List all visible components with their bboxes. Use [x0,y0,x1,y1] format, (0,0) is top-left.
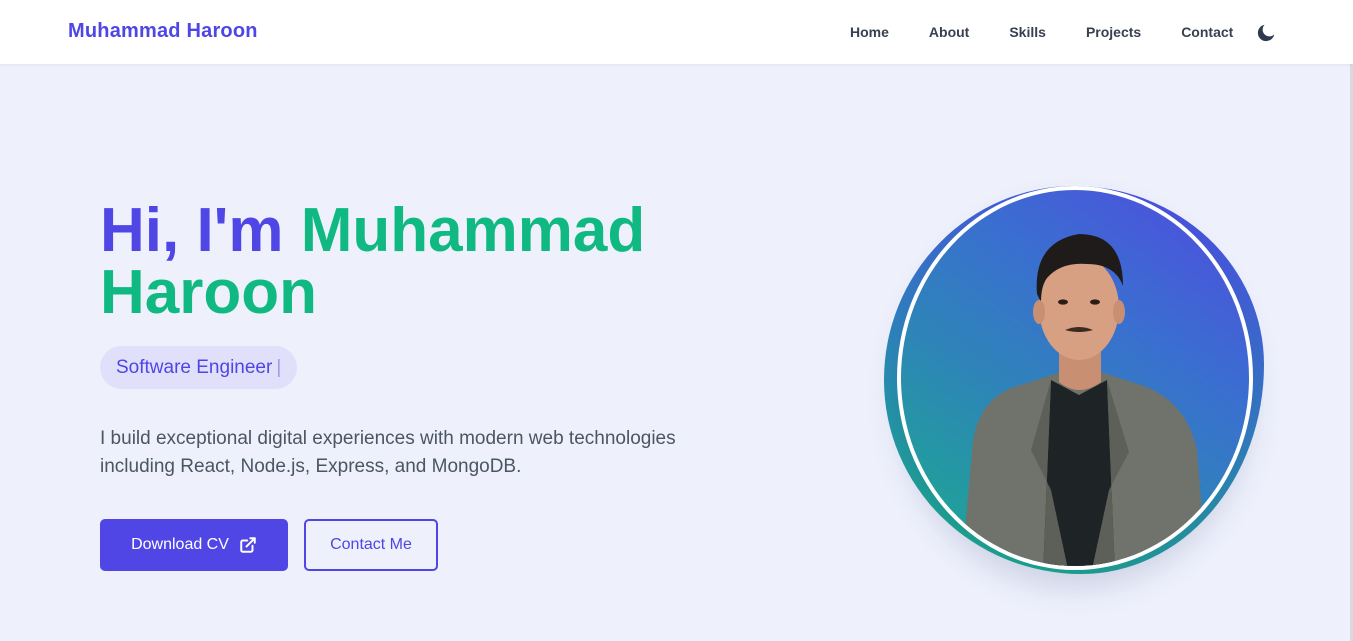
typing-cursor: | [276,356,282,378]
moon-icon[interactable] [1255,22,1277,44]
hero-title: Hi, I'm Muhammad Haroon [100,200,645,324]
brand-logo[interactable]: Muhammad Haroon [68,20,258,43]
download-cv-button[interactable]: Download CV [100,519,288,571]
nav-link-home[interactable]: Home [850,24,889,40]
profile-photo [897,186,1253,570]
nav-link-about[interactable]: About [929,24,969,40]
hero-name-first: Muhammad [300,196,646,265]
nav-link-contact[interactable]: Contact [1181,24,1233,40]
external-link-icon [240,537,256,553]
contact-me-label: Contact Me [330,536,412,553]
nav-link-projects[interactable]: Projects [1086,24,1141,40]
person-illustration [961,234,1207,566]
hero-greeting: Hi, I'm [100,196,301,265]
contact-me-button[interactable]: Contact Me [304,519,438,571]
hero-description: I build exceptional digital experiences … [100,428,676,477]
navbar: Muhammad Haroon Home About Skills Projec… [0,0,1353,64]
role-text: Software Engineer [116,356,273,378]
nav-links: Home About Skills Projects Contact [850,24,1233,40]
nav-link-skills[interactable]: Skills [1009,24,1046,40]
download-cv-label: Download CV [131,536,229,553]
role-badge: Software Engineer | [100,346,298,389]
hero-name-last: Haroon [100,258,317,327]
